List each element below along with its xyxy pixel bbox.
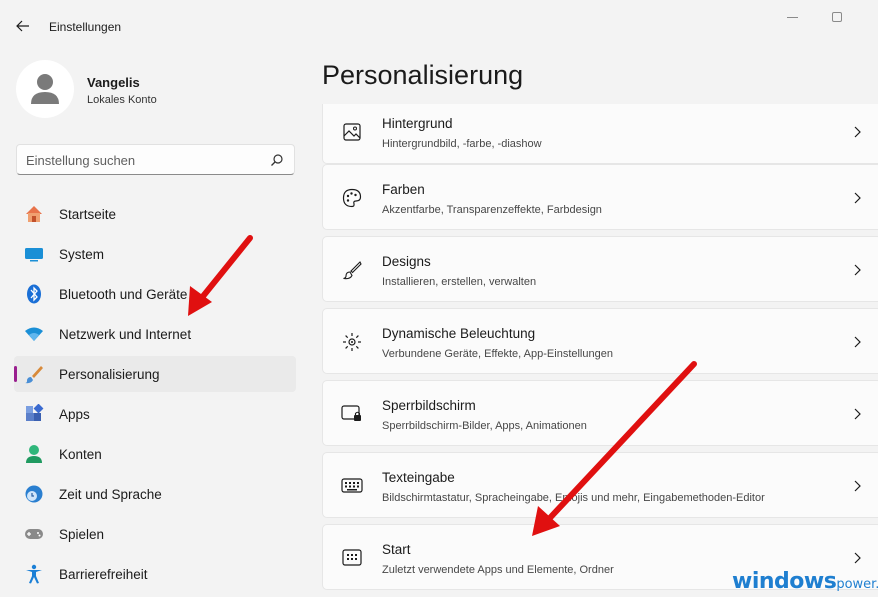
sidebar-item-personalisierung[interactable]: Personalisierung	[14, 356, 296, 392]
card-farben[interactable]: Farben Akzentfarbe, Transparenzeffekte, …	[322, 164, 878, 230]
card-dynamische-beleuchtung[interactable]: Dynamische Beleuchtung Verbundene Geräte…	[322, 308, 878, 374]
home-icon	[24, 204, 44, 224]
chevron-right-icon	[854, 336, 861, 348]
search-box[interactable]	[16, 144, 295, 175]
page-title: Personalisierung	[322, 60, 524, 90]
maximize-button[interactable]	[832, 12, 842, 22]
sidebar-item-system[interactable]: System	[14, 236, 296, 272]
wifi-icon	[24, 324, 44, 344]
lockscreen-icon	[341, 403, 363, 425]
sidebar-nav: Startseite System Bluetooth und Geräte N…	[14, 196, 296, 596]
start-icon	[341, 547, 363, 569]
sidebar-item-apps[interactable]: Apps	[14, 396, 296, 432]
watermark-logo: windowspower.	[732, 569, 878, 594]
account-type: Lokales Konto	[87, 94, 157, 106]
card-texteingabe[interactable]: Texteingabe Bildschirmtastatur, Sprachei…	[322, 452, 878, 518]
app-title: Einstellungen	[49, 20, 122, 34]
sidebar-item-konten[interactable]: Konten	[14, 436, 296, 472]
settings-list: Hintergrund Hintergrundbild, -farbe, -di…	[322, 104, 878, 597]
apps-icon	[24, 404, 44, 424]
paintbrush-icon	[24, 364, 44, 384]
picture-icon	[341, 121, 363, 143]
palette-icon	[341, 187, 363, 209]
search-input[interactable]	[26, 151, 256, 169]
card-designs[interactable]: Designs Installieren, erstellen, verwalt…	[322, 236, 878, 302]
lighting-icon	[341, 331, 363, 353]
title-bar: Einstellungen	[0, 0, 878, 48]
gamepad-icon	[24, 524, 44, 544]
sidebar-item-startseite[interactable]: Startseite	[14, 196, 296, 232]
sidebar-item-netzwerk[interactable]: Netzwerk und Internet	[14, 316, 296, 352]
chevron-right-icon	[854, 264, 861, 276]
sidebar-item-zeit[interactable]: Zeit und Sprache	[14, 476, 296, 512]
clock-globe-icon	[24, 484, 44, 504]
brush-icon	[341, 259, 363, 281]
account-icon	[24, 444, 44, 464]
minimize-button[interactable]	[786, 10, 800, 24]
keyboard-icon	[341, 475, 363, 497]
sidebar-item-barrierefreiheit[interactable]: Barrierefreiheit	[14, 556, 296, 592]
back-button[interactable]	[8, 11, 38, 41]
sidebar-item-bluetooth[interactable]: Bluetooth und Geräte	[14, 276, 296, 312]
user-icon	[31, 74, 59, 104]
sidebar-item-spielen[interactable]: Spielen	[14, 516, 296, 552]
system-icon	[24, 244, 44, 264]
active-indicator	[14, 366, 17, 382]
chevron-right-icon	[854, 126, 861, 138]
user-name: Vangelis	[87, 75, 140, 90]
search-icon[interactable]	[270, 153, 284, 167]
chevron-right-icon	[854, 408, 861, 420]
chevron-right-icon	[854, 192, 861, 204]
arrow-left-icon	[16, 20, 29, 32]
accessibility-icon	[24, 564, 44, 584]
chevron-right-icon	[854, 480, 861, 492]
card-hintergrund[interactable]: Hintergrund Hintergrundbild, -farbe, -di…	[322, 104, 878, 164]
bluetooth-icon	[24, 284, 44, 304]
avatar[interactable]	[16, 60, 74, 118]
card-sperrbildschirm[interactable]: Sperrbildschirm Sperrbildschirm-Bilder, …	[322, 380, 878, 446]
chevron-right-icon	[854, 552, 861, 564]
